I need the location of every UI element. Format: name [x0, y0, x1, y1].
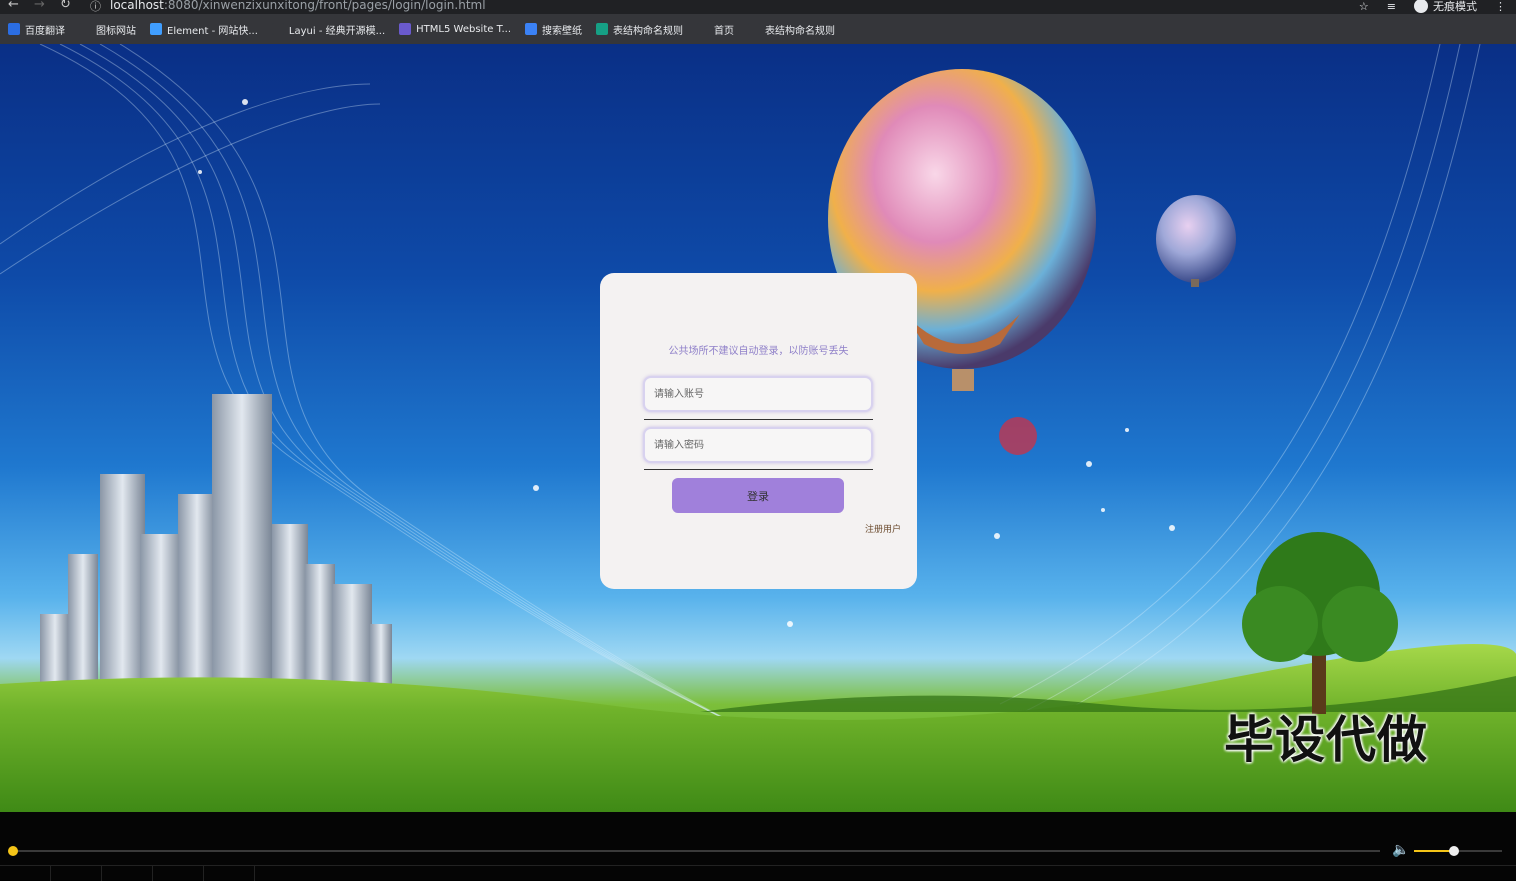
flag-icon	[79, 23, 91, 35]
bookmark-label: 首页	[714, 25, 735, 37]
login-button[interactable]: 登录	[672, 478, 844, 513]
watermark-text: 毕设代做	[1224, 711, 1428, 769]
incognito-profile[interactable]: 无痕模式	[1414, 0, 1477, 14]
table-icon	[596, 23, 609, 35]
bookmark-item[interactable]: 图标网站	[79, 22, 136, 37]
url-text[interactable]: localhost:8080/xinwenzixunxitong/front/p…	[110, 0, 486, 12]
bookmark-item[interactable]: HTML5 Website T...	[399, 23, 511, 35]
bookmark-item[interactable]: 表结构命名规则	[596, 22, 683, 37]
url-path: :8080/xinwenzixunxitong/front/pages/logi…	[163, 0, 486, 12]
globe-icon	[697, 23, 710, 35]
login-hint: 公共场所不建议自动登录，以防账号丢失	[668, 346, 849, 357]
bookmark-label: HTML5 Website T...	[416, 23, 512, 35]
layui-icon	[271, 23, 284, 35]
account-underline	[644, 419, 873, 420]
seek-bar[interactable]	[12, 850, 1380, 852]
register-link[interactable]: 注册用户	[865, 522, 901, 535]
seek-handle[interactable]	[8, 846, 18, 856]
footer-cell	[0, 866, 51, 881]
html5-template-icon	[399, 23, 412, 35]
bookmark-item[interactable]: 搜索壁纸	[525, 22, 582, 37]
bookmarks-bar: 百度翻译 图标网站 Element - 网站快... Layui - 经典开源模...…	[0, 14, 1516, 44]
volume-fill	[1414, 850, 1454, 852]
forward-arrow-icon[interactable]: →	[34, 0, 45, 12]
info-icon[interactable]: ⓘ	[90, 0, 101, 14]
volume-handle[interactable]	[1449, 846, 1459, 856]
password-input[interactable]	[643, 427, 873, 463]
bookmark-label: 百度翻译	[25, 25, 65, 37]
reading-list-icon[interactable]: ≡	[1387, 0, 1396, 13]
volume-slider[interactable]	[1414, 846, 1502, 856]
footer-cell	[204, 866, 255, 881]
volume-icon[interactable]: 🔈	[1392, 842, 1409, 858]
globe-icon	[748, 23, 761, 35]
address-bar[interactable]: ← → ↻ ⓘ localhost:8080/xinwenzixunxitong…	[0, 0, 1516, 14]
bookmark-label: 图标网站	[96, 25, 136, 37]
url-host: localhost	[110, 0, 164, 12]
login-background: 公共场所不建议自动登录，以防账号丢失 登录 注册用户 毕设代做	[0, 44, 1516, 812]
footer-cell	[153, 866, 204, 881]
menu-kebab-icon[interactable]: ⋮	[1495, 0, 1506, 13]
bookmark-item[interactable]: Layui - 经典开源模...	[271, 22, 386, 37]
player-footer	[0, 865, 1516, 881]
bookmark-label: 搜索壁纸	[542, 25, 583, 37]
incognito-icon	[1414, 0, 1428, 13]
video-player-bar: 🔈	[0, 812, 1516, 881]
cursor-highlight	[999, 417, 1037, 455]
footer-cell	[102, 866, 153, 881]
bookmark-item[interactable]: Element - 网站快...	[150, 22, 258, 37]
password-underline	[644, 469, 873, 470]
footer-cell	[51, 866, 102, 881]
login-card: 公共场所不建议自动登录，以防账号丢失 登录 注册用户	[600, 273, 917, 589]
bookmark-label: 表结构命名规则	[613, 25, 684, 37]
bookmark-label: 表结构命名规则	[765, 25, 836, 37]
hot-air-balloon-small	[1156, 195, 1236, 287]
wallpaper-icon	[525, 23, 538, 35]
element-hex-icon	[150, 23, 162, 35]
bookmark-item[interactable]: 表结构命名规则	[748, 22, 835, 37]
bookmark-item[interactable]: 首页	[697, 22, 734, 37]
reload-icon[interactable]: ↻	[60, 0, 71, 12]
account-input[interactable]	[643, 376, 873, 412]
bookmark-label: Element - 网站快...	[167, 25, 258, 37]
incognito-label: 无痕模式	[1433, 0, 1477, 13]
back-arrow-icon[interactable]: ←	[8, 0, 19, 12]
star-bookmark-icon[interactable]: ☆	[1359, 0, 1369, 13]
translate-icon	[8, 23, 20, 35]
bookmark-item[interactable]: 百度翻译	[8, 22, 65, 37]
bookmark-label: Layui - 经典开源模...	[288, 25, 386, 37]
